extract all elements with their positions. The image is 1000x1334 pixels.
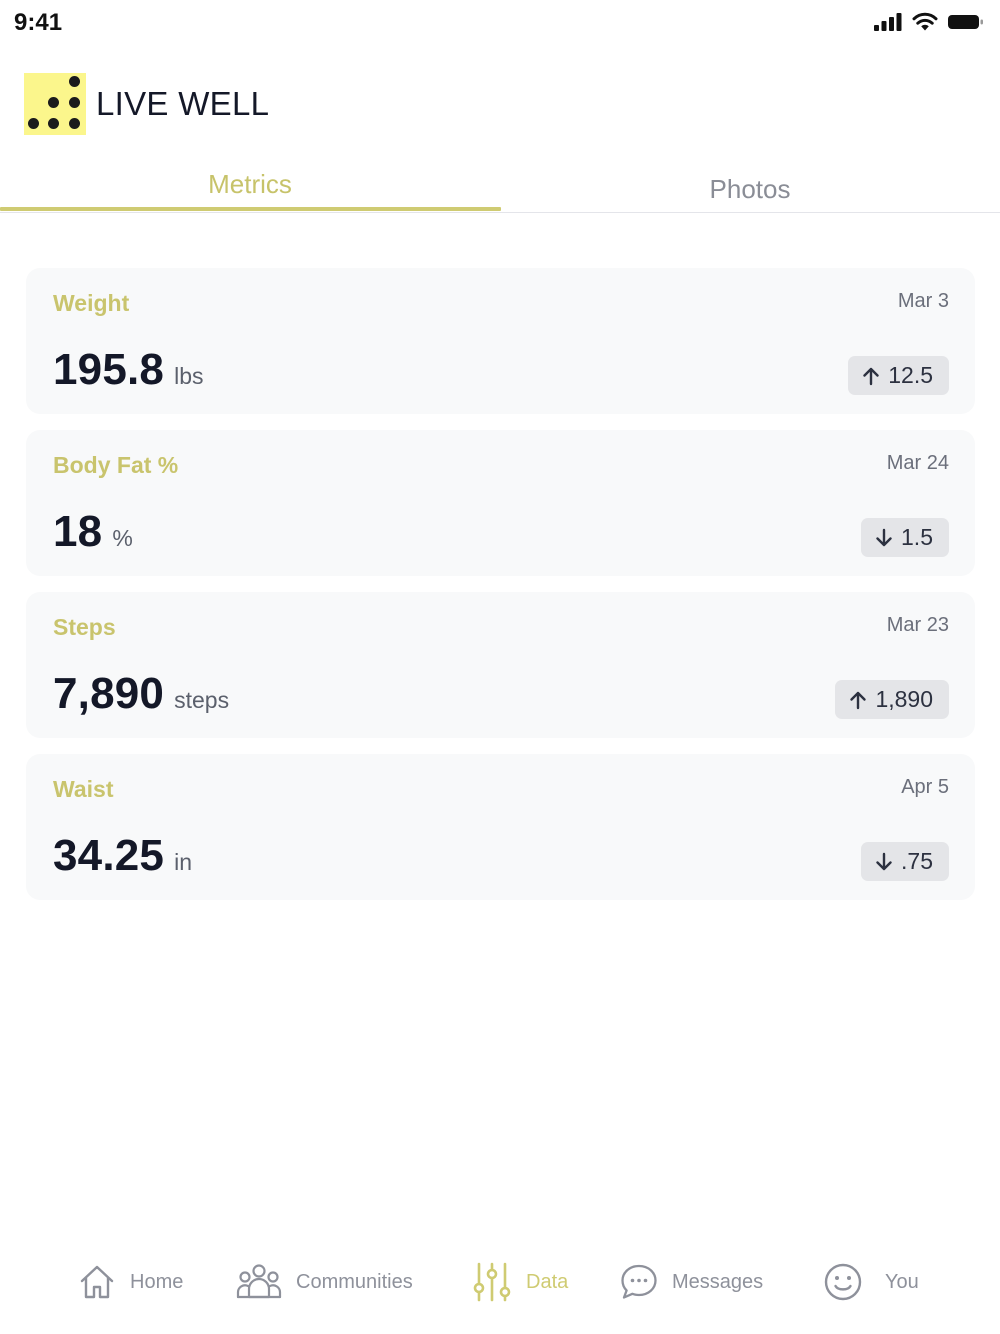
metric-value-group: 18 % <box>53 507 133 557</box>
metric-value: 34.25 <box>53 831 165 880</box>
metric-title: Body Fat % <box>53 452 179 478</box>
metric-unit: lbs <box>174 363 204 389</box>
metric-date: Mar 23 <box>886 614 949 636</box>
metric-change-value: 1.5 <box>901 524 933 550</box>
arrow-down-icon <box>876 852 892 870</box>
nav-label: Communities <box>296 1270 413 1293</box>
sliders-icon <box>473 1262 511 1302</box>
tab-bar: Metrics Photos <box>0 160 1000 213</box>
metric-unit: in <box>174 849 193 875</box>
nav-item-home[interactable]: Home <box>78 1246 183 1318</box>
metric-card-weight[interactable]: Weight Mar 3 195.8 lbs 12.5 <box>26 268 975 414</box>
metric-card-waist[interactable]: Waist Apr 5 34.25 in .75 <box>26 754 975 900</box>
status-icons <box>874 12 984 31</box>
metric-value: 18 <box>53 507 103 556</box>
metric-change-badge: 12.5 <box>848 356 949 395</box>
metric-value-group: 7,890 steps <box>53 669 229 719</box>
bottom-nav: Home Communities Data Messages You <box>0 1246 1000 1318</box>
nav-item-communities[interactable]: Communities <box>236 1246 413 1318</box>
cellular-signal-icon <box>874 12 902 31</box>
metric-title: Waist <box>53 776 114 802</box>
metric-date: Mar 3 <box>897 290 949 312</box>
metric-card-steps[interactable]: Steps Mar 23 7,890 steps 1,890 <box>26 592 975 738</box>
people-icon <box>236 1264 282 1299</box>
metric-change-badge: 1.5 <box>861 518 949 557</box>
nav-item-messages[interactable]: Messages <box>620 1246 763 1318</box>
nav-label: You <box>885 1270 919 1293</box>
metric-change-value: .75 <box>901 848 933 874</box>
arrow-up-icon <box>863 367 879 385</box>
app-brand: LIVE WELL <box>24 73 269 135</box>
metric-change-value: 1,890 <box>875 686 933 712</box>
metric-unit: % <box>112 525 133 551</box>
metric-value: 195.8 <box>53 345 165 394</box>
metric-value: 7,890 <box>53 669 165 718</box>
metrics-list: Weight Mar 3 195.8 lbs 12.5 Body Fat % M… <box>26 268 975 916</box>
chat-icon <box>621 1264 657 1299</box>
metric-change-value: 12.5 <box>888 362 933 388</box>
metric-change-badge: 1,890 <box>835 680 949 719</box>
wifi-icon <box>912 12 938 31</box>
nav-label: Home <box>130 1270 184 1293</box>
metric-unit: steps <box>174 687 230 713</box>
nav-label: Messages <box>672 1270 764 1293</box>
tab-photos[interactable]: Photos <box>500 160 1000 212</box>
metric-date: Apr 5 <box>901 776 949 798</box>
battery-icon <box>948 14 983 29</box>
nav-label: Data <box>526 1270 569 1293</box>
tab-metrics[interactable]: Metrics <box>0 160 500 212</box>
metric-value-group: 195.8 lbs <box>53 345 204 395</box>
app-logo <box>24 73 86 135</box>
smiley-icon <box>824 1263 862 1301</box>
active-tab-indicator <box>0 207 501 211</box>
metric-title: Steps <box>53 614 116 640</box>
metric-date: Mar 24 <box>886 452 949 474</box>
metric-title: Weight <box>53 290 130 316</box>
metric-card-body-fat[interactable]: Body Fat % Mar 24 18 % 1.5 <box>26 430 975 576</box>
metric-change-badge: .75 <box>861 842 949 881</box>
status-bar: 9:41 <box>0 0 1000 48</box>
nav-item-data[interactable]: Data <box>472 1246 568 1318</box>
status-time: 9:41 <box>14 9 63 36</box>
app-title: LIVE WELL <box>96 85 270 122</box>
arrow-down-icon <box>876 528 892 546</box>
home-icon <box>80 1265 114 1299</box>
metric-value-group: 34.25 in <box>53 831 192 881</box>
nav-item-you[interactable]: You <box>823 1246 919 1318</box>
arrow-up-icon <box>850 691 867 709</box>
